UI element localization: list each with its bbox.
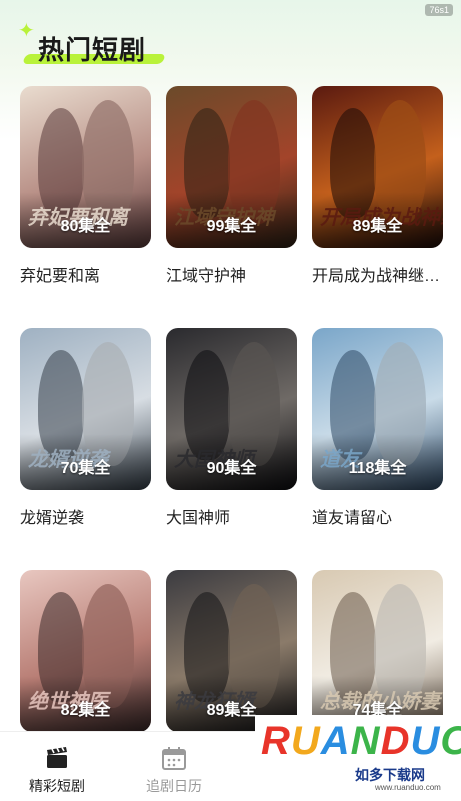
sparkle-icon: ✦ — [18, 20, 35, 42]
episode-count: 99集全 — [206, 218, 257, 235]
drama-card[interactable]: 弃妃要和离 80集全弃妃要和离 — [20, 86, 151, 286]
clapperboard-icon — [47, 747, 67, 768]
drama-title[interactable]: 开局成为战神继承人 — [312, 262, 443, 286]
episode-count: 118集全 — [348, 460, 407, 477]
watermark-brand: RUANDUO — [261, 719, 461, 763]
drama-poster[interactable]: 龙婿逆袭 70集全 — [20, 328, 151, 490]
drama-title[interactable]: 江域守护神 — [166, 262, 297, 286]
tab-label: 追剧日历 — [146, 778, 202, 794]
drama-card[interactable]: 龙婿逆袭 70集全龙婿逆袭 — [20, 328, 151, 528]
drama-poster[interactable]: 绝世神医 82集全 — [20, 570, 151, 732]
tab-drama-calendar[interactable]: 追剧日历 — [134, 746, 214, 796]
corner-badge: 76s1 — [425, 4, 453, 16]
drama-title[interactable]: 道友请留心 — [312, 504, 443, 528]
episode-count: 89集全 — [352, 218, 403, 235]
tab-label: 精彩短剧 — [29, 778, 85, 794]
watermark-url: www.ruanduo.com — [375, 783, 441, 792]
drama-poster[interactable]: 道友 118集全 — [312, 328, 443, 490]
drama-poster[interactable]: 弃妃要和离 80集全 — [20, 86, 151, 248]
drama-poster[interactable]: 江域守护神 99集全 — [166, 86, 297, 248]
episode-count: 80集全 — [60, 218, 111, 235]
drama-title[interactable]: 弃妃要和离 — [20, 262, 151, 286]
calendar-icon — [162, 747, 186, 770]
drama-card[interactable]: 江域守护神 99集全江域守护神 — [166, 86, 297, 286]
drama-poster[interactable]: 总裁的小娇妻 74集全 — [312, 570, 443, 732]
drama-title[interactable]: 龙婿逆袭 — [20, 504, 151, 528]
page-title: 热门短剧 — [38, 35, 147, 65]
episode-count: 82集全 — [60, 702, 111, 719]
drama-title[interactable]: 大国神师 — [166, 504, 297, 528]
drama-poster[interactable]: 大国神师 90集全 — [166, 328, 297, 490]
drama-card[interactable]: 开局成为战神继承人89集全开局成为战神继承人 — [312, 86, 443, 286]
episode-count: 90集全 — [206, 460, 257, 477]
watermark-subtitle: 如多下载网 — [355, 767, 425, 783]
drama-poster[interactable]: 开局成为战神继承人89集全 — [312, 86, 443, 248]
drama-card[interactable]: 道友 118集全道友请留心 — [312, 328, 443, 528]
drama-card[interactable]: 大国神师 90集全大国神师 — [166, 328, 297, 528]
tab-featured-dramas[interactable]: 精彩短剧 — [17, 746, 97, 796]
watermark-logo: RUANDUO 如多下载网 www.ruanduo.com — [255, 715, 461, 800]
drama-poster[interactable]: 神龙狂婿 89集全 — [166, 570, 297, 732]
episode-count: 70集全 — [60, 460, 111, 477]
